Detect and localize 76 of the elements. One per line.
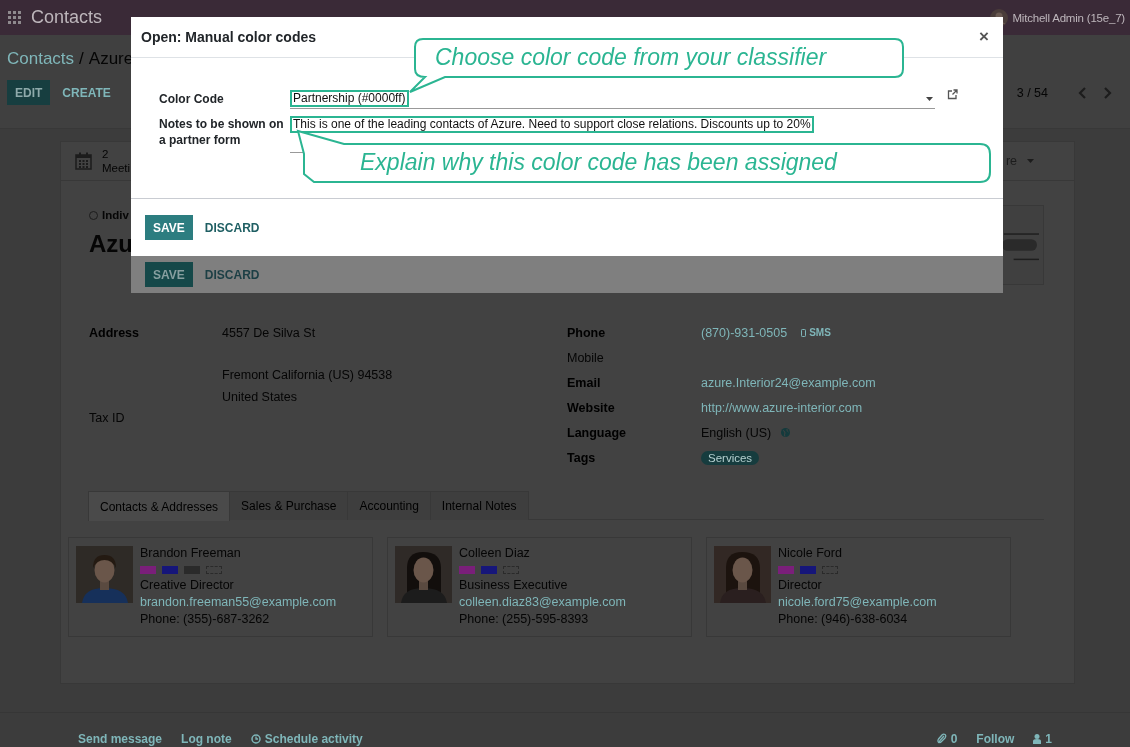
text-field[interactable]: This is one of the leading contacts of Azure. Need to support close relations. Discounts up to 20%	[290, 116, 814, 133]
create-button[interactable]: CREATE	[54, 80, 119, 105]
radio-label: Indiv	[102, 209, 129, 221]
contact-card[interactable]: Colleen Diaz Business Executive colleen.diaz83@example.com Phone: (255)-595-8393	[387, 537, 692, 637]
breadcrumb-separator: /	[79, 49, 84, 69]
job-title: Creative Director	[140, 577, 235, 594]
field-label: Notes to be shown on a partner form	[159, 116, 285, 148]
input-field[interactable]: Partnership (#0000ff)	[290, 89, 935, 109]
edit-button[interactable]: EDIT	[7, 80, 51, 105]
send-message-button[interactable]: Send message	[78, 731, 163, 746]
dialog-title: Open: Manual color codes	[141, 29, 317, 45]
field-value: English (US)	[701, 425, 772, 440]
pager-value: 3 / 54	[1016, 85, 1048, 100]
apps-menu-icon[interactable]	[8, 11, 21, 24]
app-name[interactable]: Contacts	[31, 7, 103, 28]
field-label: Website	[567, 400, 616, 415]
phone-link[interactable]: (870)-931-0505	[701, 325, 788, 340]
field-label: Phone	[567, 325, 607, 340]
address-line: Fremont California (US) 94538	[222, 368, 393, 383]
tab[interactable]: Contacts & Addresses	[88, 491, 231, 521]
contact-name: Colleen Diaz	[459, 545, 531, 562]
attachments-button[interactable]: 0	[936, 731, 958, 746]
empty-tag	[206, 565, 222, 574]
followers-button[interactable]: 1	[1033, 731, 1052, 746]
contact-card[interactable]: Brandon Freeman Creative Director brandon.freeman55@example.com Phone: (355)-687-3262	[68, 537, 373, 637]
next-icon[interactable]	[1102, 86, 1112, 99]
field-link[interactable]: http://www.azure-interior.com	[701, 400, 863, 415]
email-link[interactable]: colleen.diaz83@example.com	[459, 594, 626, 611]
field-link[interactable]: azure.Interior24@example.com	[701, 375, 876, 390]
address-line: United States	[222, 389, 298, 404]
clock-icon	[250, 733, 261, 744]
field-label: Color Code	[159, 91, 225, 107]
log-note-button[interactable]: Log note	[181, 731, 232, 746]
tag: Services	[701, 450, 760, 465]
schedule-activity-button[interactable]: Schedule activity	[250, 731, 363, 746]
job-title: Business Executive	[459, 577, 569, 594]
breadcrumb-current: Azure	[88, 49, 134, 69]
sms-button[interactable]: SMS	[801, 327, 831, 338]
follow-button[interactable]: Follow	[976, 731, 1015, 746]
field-label: Mobile	[567, 350, 605, 365]
caret-icon	[926, 96, 933, 101]
discard-button[interactable]: DISCARD	[196, 215, 268, 240]
contact-card[interactable]: Nicole Ford Director nicole.ford75@example.com Phone: (946)-638-6034	[706, 537, 1011, 637]
phone-number: Phone: (255)-595-8393	[459, 611, 590, 628]
paperclip-icon	[936, 733, 947, 744]
phone-number: Phone: (355)-687-3262	[140, 611, 271, 628]
save-button[interactable]: SAVE	[145, 215, 193, 240]
contact-name: Nicole Ford	[778, 545, 843, 562]
callout-text: Choose color code from your classifier	[435, 44, 827, 71]
email-link[interactable]: nicole.ford75@example.com	[778, 594, 937, 611]
globe-icon	[781, 428, 791, 437]
empty-tag	[822, 565, 838, 574]
external-link-icon[interactable]	[947, 89, 958, 100]
caret-icon	[1027, 159, 1034, 163]
phone-number: Phone: (946)-638-6034	[778, 611, 909, 628]
address-line: 4557 De Silva St	[222, 325, 316, 340]
field-label: Email	[567, 375, 602, 390]
save-button[interactable]: SAVE	[145, 262, 193, 287]
callout-text: Explain why this color code has been assigned	[360, 149, 837, 176]
user-menu[interactable]: Mitchell Admin (15e_7)	[1012, 11, 1125, 24]
discard-button[interactable]: DISCARD	[196, 262, 268, 287]
contact-name: Brandon Freeman	[140, 545, 242, 562]
mobile-icon	[801, 328, 807, 337]
job-title: Director	[778, 577, 823, 594]
close-button[interactable]: ×	[975, 27, 993, 47]
field-label: Tax ID	[89, 411, 126, 426]
field-label: Language	[567, 425, 628, 440]
field-label: Tags	[567, 450, 597, 465]
breadcrumb-link[interactable]: Contacts	[7, 49, 75, 69]
partner-name: Azu	[89, 229, 133, 259]
previous-icon[interactable]	[1078, 86, 1088, 99]
email-link[interactable]: brandon.freeman55@example.com	[140, 594, 337, 611]
user-icon	[1033, 733, 1042, 744]
field-label: Address	[89, 325, 141, 340]
calendar-icon	[75, 152, 92, 170]
empty-tag	[503, 565, 519, 574]
